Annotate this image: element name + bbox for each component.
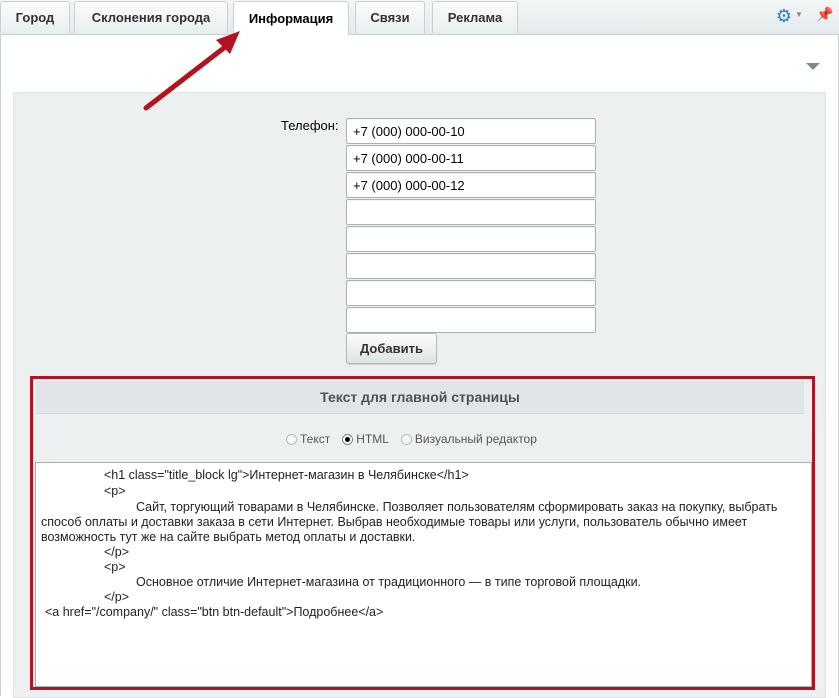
tab-advertising[interactable]: Реклама: [432, 1, 518, 33]
code-line: <p>: [104, 484, 126, 498]
collapse-icon[interactable]: [806, 63, 820, 70]
pin-icon[interactable]: 📌: [816, 6, 833, 23]
phone-label: Телефон:: [281, 118, 339, 133]
gear-icon[interactable]: ⚙: [775, 7, 793, 25]
section-title: Текст для главной страницы: [36, 381, 804, 414]
radio-html[interactable]: [342, 433, 354, 445]
phone-input[interactable]: [346, 226, 596, 252]
code-line: <p>: [104, 560, 126, 574]
code-line: Сайт, торгующий товарами в Челябинске. П…: [136, 500, 778, 514]
tab-information[interactable]: Информация: [233, 1, 349, 35]
code-line: </p>: [104, 590, 130, 604]
caret-down-icon[interactable]: ▼: [795, 10, 803, 19]
phone-input[interactable]: [346, 307, 596, 333]
radio-html-label[interactable]: HTML: [356, 432, 389, 446]
phone-input[interactable]: [346, 172, 596, 198]
radio-visual-editor[interactable]: [400, 433, 412, 445]
editor-mode-switch: Текст HTML Визуальный редактор: [286, 430, 549, 448]
phone-input[interactable]: [346, 118, 596, 144]
code-line: <h1 class="title_block lg">Интернет-мага…: [104, 468, 469, 482]
code-line: </p>: [104, 545, 130, 559]
add-phone-button[interactable]: Добавить: [346, 333, 437, 364]
tab-city[interactable]: Город: [0, 1, 70, 33]
code-line: возможность тут же на сайте выбрать мето…: [41, 530, 416, 544]
tab-bar: Город Склонения города Информация Связи …: [0, 0, 839, 35]
radio-text-label[interactable]: Текст: [300, 432, 330, 446]
tab-city-declensions[interactable]: Склонения города: [74, 1, 228, 33]
code-line: способ оплаты и доставки заказа в сети И…: [41, 515, 748, 529]
tab-links[interactable]: Связи: [355, 1, 425, 33]
radio-text[interactable]: [286, 433, 297, 445]
code-line: Основное отличие Интернет-магазина от тр…: [136, 575, 642, 589]
radio-visual-editor-label[interactable]: Визуальный редактор: [415, 432, 537, 446]
code-line: <a href="/company/" class="btn btn-defau…: [45, 605, 384, 619]
phone-input[interactable]: [346, 280, 596, 306]
phone-input[interactable]: [346, 199, 596, 225]
phone-input[interactable]: [346, 253, 596, 279]
phone-input[interactable]: [346, 145, 596, 171]
html-editor-textarea[interactable]: <h1 class="title_block lg">Интернет-мага…: [35, 462, 812, 687]
